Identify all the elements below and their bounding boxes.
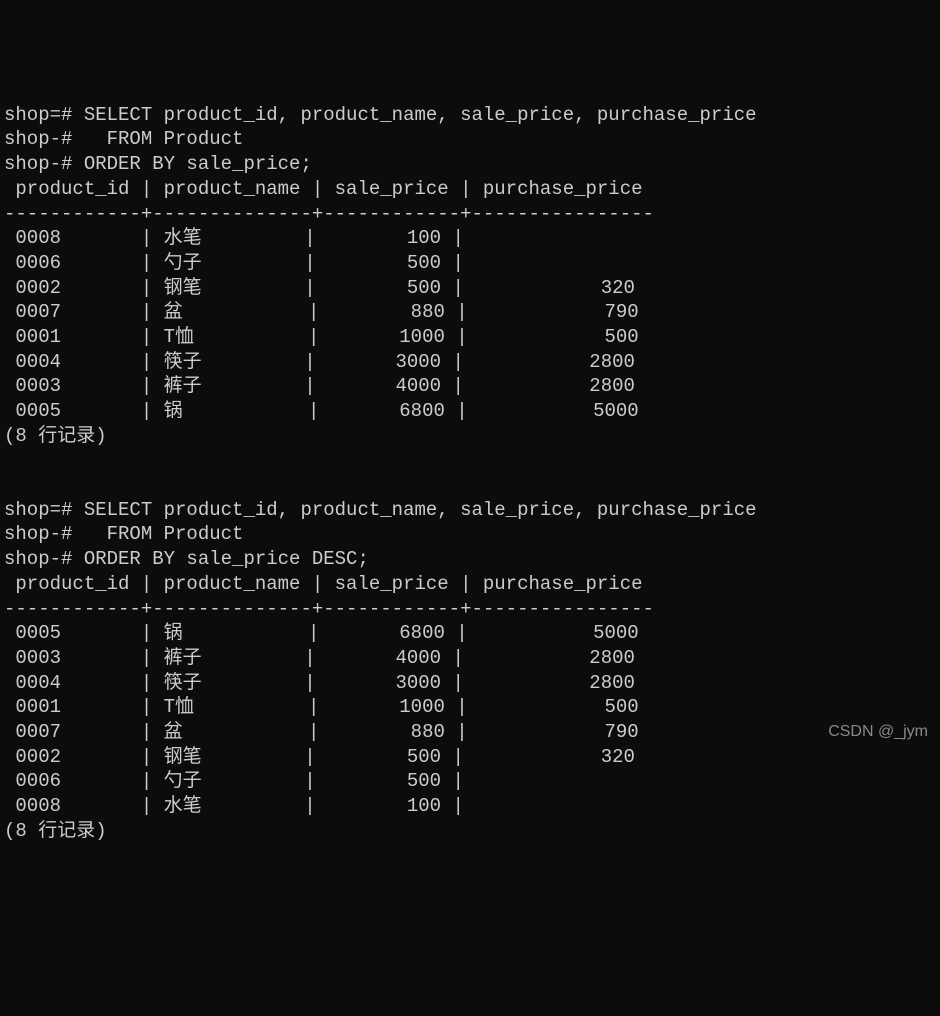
- query2-line1: shop=# SELECT product_id, product_name, …: [4, 499, 757, 521]
- query1-line2: shop-# FROM Product: [4, 128, 243, 150]
- query1-line3: shop-# ORDER BY sale_price;: [4, 153, 312, 175]
- query1-line1: shop=# SELECT product_id, product_name, …: [4, 104, 757, 126]
- watermark: CSDN @_jym: [828, 722, 928, 743]
- query2-divider: ------------+--------------+------------…: [4, 598, 654, 620]
- query1-footer: (8 行记录): [4, 425, 107, 447]
- query2-rows: 0005 | 锅 | 6800 | 5000 0003 | 裤子 | 4000 …: [4, 622, 639, 817]
- query2-header: product_id | product_name | sale_price |…: [4, 573, 643, 595]
- query2-line3: shop-# ORDER BY sale_price DESC;: [4, 548, 369, 570]
- query1-header: product_id | product_name | sale_price |…: [4, 178, 643, 200]
- query2-line2: shop-# FROM Product: [4, 523, 243, 545]
- query2-footer: (8 行记录): [4, 820, 107, 842]
- query1-divider: ------------+--------------+------------…: [4, 203, 654, 225]
- query1-rows: 0008 | 水笔 | 100 | 0006 | 勺子 | 500 | 0002…: [4, 227, 639, 422]
- terminal-output[interactable]: shop=# SELECT product_id, product_name, …: [4, 103, 936, 844]
